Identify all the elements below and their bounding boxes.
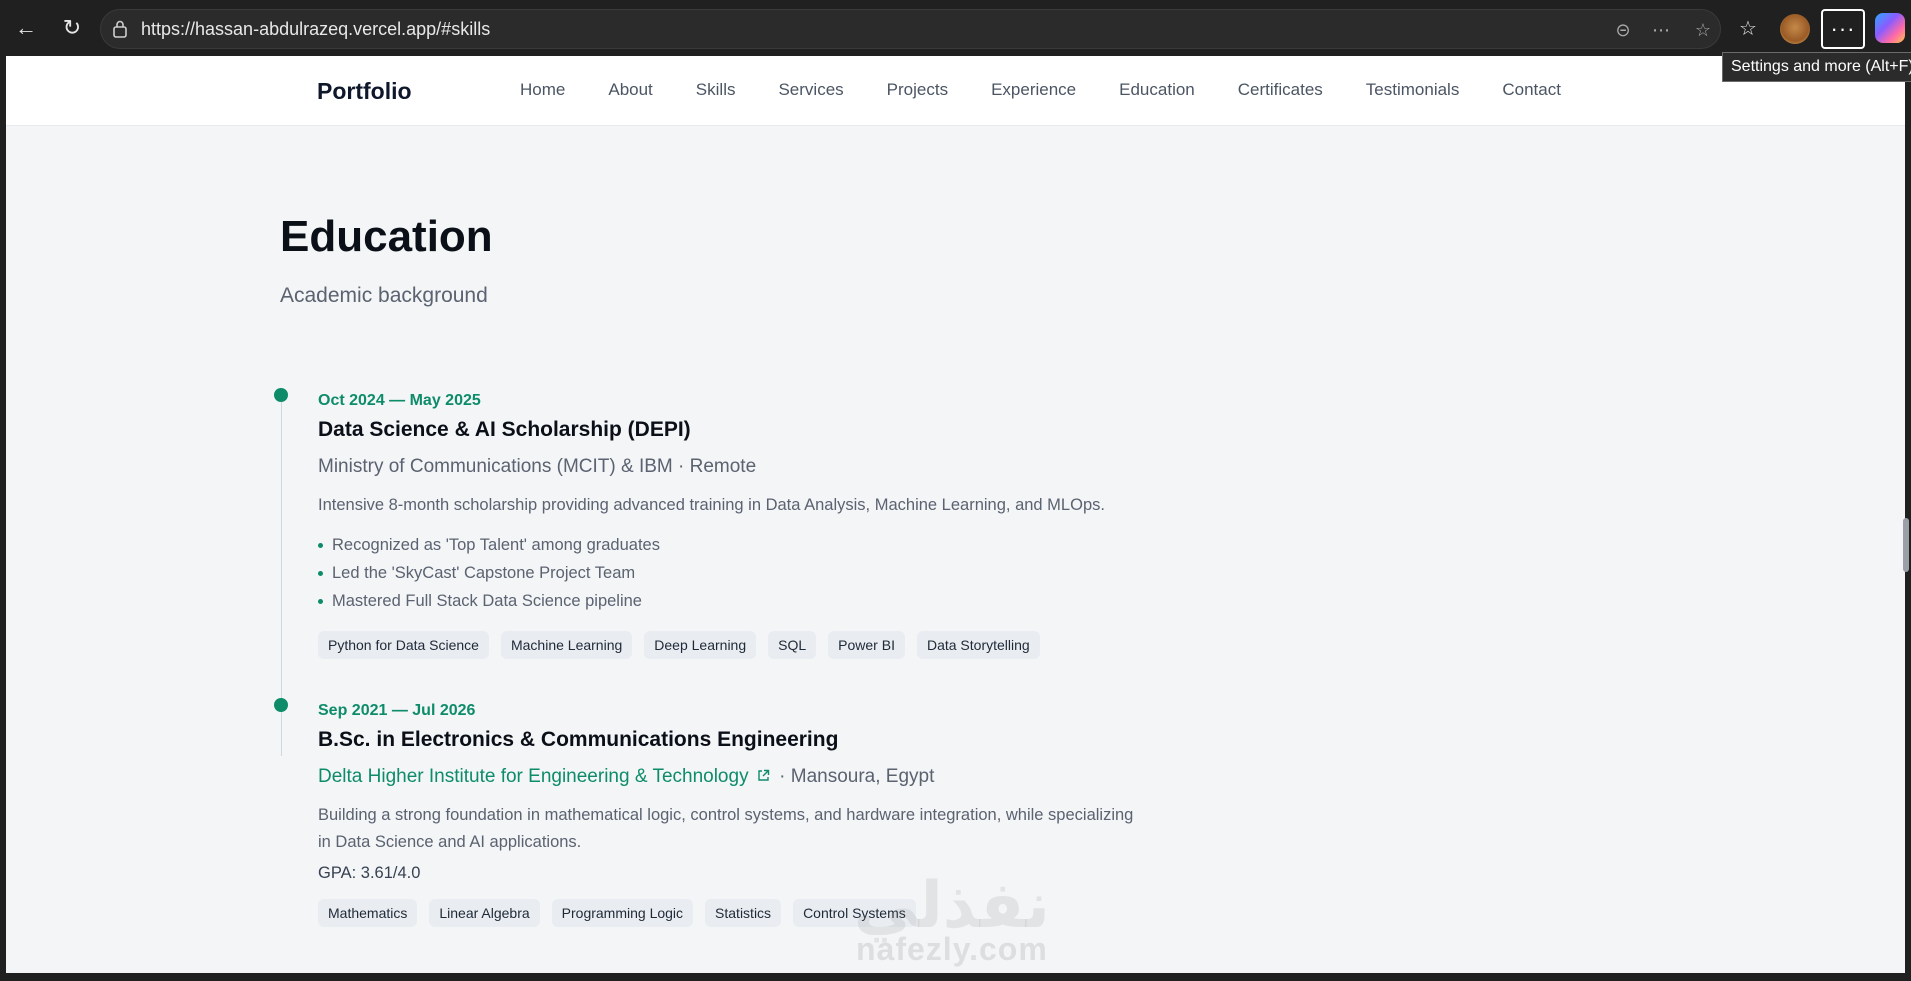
browser-toolbar: ← ↻ https://hassan-abdulrazeq.vercel.app… [0,0,1911,56]
highlight-item: Recognized as 'Top Talent' among graduat… [318,531,1218,559]
nav-services[interactable]: Services [778,80,843,100]
brand-logo[interactable]: Portfolio [317,78,412,105]
timeline-dot [274,388,288,402]
highlight-item: Led the 'SkyCast' Capstone Project Team [318,559,1218,587]
watermark-text: nafezly.com [856,931,1048,967]
highlight-item: Mastered Full Stack Data Science pipelin… [318,587,1218,615]
timeline-dot [274,698,288,712]
refresh-icon[interactable]: ↻ [56,12,88,44]
url-text[interactable]: https://hassan-abdulrazeq.vercel.app/#sk… [141,19,490,40]
favorites-icon[interactable]: ☆ [1732,12,1764,44]
skill-tag: Programming Logic [551,899,694,927]
favorite-star-icon[interactable]: ☆ [1691,18,1715,42]
settings-menu-button[interactable]: ··· [1821,9,1865,49]
skill-tag: Mathematics [318,899,418,927]
entry-highlights: Recognized as 'Top Talent' among graduat… [318,531,1218,615]
entry-tags: Mathematics Linear Algebra Programming L… [318,899,1218,927]
nav-projects[interactable]: Projects [887,80,948,100]
nav-certificates[interactable]: Certificates [1238,80,1323,100]
nav-testimonials[interactable]: Testimonials [1366,80,1460,100]
skill-tag: Python for Data Science [318,631,489,659]
section-subtitle: Academic background [280,284,488,307]
skill-tag: Statistics [705,899,782,927]
reader-icon[interactable]: ⋯ [1649,18,1673,42]
entry-date: Sep 2021 — Jul 2026 [318,702,476,719]
nav-experience[interactable]: Experience [991,80,1076,100]
skill-tag: Deep Learning [644,631,757,659]
entry-location: · Remote [678,456,757,477]
skill-tag: SQL [768,631,817,659]
entry-institution-line: Ministry of Communications (MCIT) & IBM … [318,456,1218,478]
copilot-icon[interactable] [1875,13,1905,43]
zoom-out-icon[interactable]: ⊝ [1611,18,1635,42]
nav-contact[interactable]: Contact [1502,80,1561,100]
education-entry: Sep 2021 — Jul 2026 B.Sc. in Electronics… [318,702,1218,927]
entry-gpa: GPA: 3.61/4.0 [318,864,421,882]
entry-institution-link[interactable]: Delta Higher Institute for Engineering &… [318,766,749,787]
skill-tag: Linear Algebra [429,899,540,927]
skill-tag: Power BI [828,631,905,659]
settings-tooltip: Settings and more (Alt+F) [1722,52,1911,82]
nav-about[interactable]: About [608,80,652,100]
section-title: Education [280,212,493,261]
page-scrollbar[interactable] [1903,518,1909,572]
entry-date: Oct 2024 — May 2025 [318,392,481,409]
nav-links: Home About Skills Services Projects Expe… [520,80,1604,100]
external-link-icon[interactable] [757,769,770,782]
site-navbar: Portfolio Home About Skills Services Pro… [6,56,1905,126]
entry-location: · Mansoura, Egypt [779,766,935,787]
nav-education[interactable]: Education [1119,80,1195,100]
lock-icon [113,20,127,38]
entry-degree: B.Sc. in Electronics & Communications En… [318,728,839,751]
nav-skills[interactable]: Skills [696,80,736,100]
education-entry: Oct 2024 — May 2025 Data Science & AI Sc… [318,392,1218,659]
address-bar[interactable]: https://hassan-abdulrazeq.vercel.app/#sk… [100,9,1721,49]
nav-home[interactable]: Home [520,80,565,100]
entry-description: Intensive 8-month scholarship providing … [318,496,1105,514]
skill-tag: Machine Learning [500,631,633,659]
entry-institution-line: Delta Higher Institute for Engineering &… [318,766,1218,788]
entry-description: Building a strong foundation in mathemat… [318,806,1134,851]
back-icon[interactable]: ← [10,12,42,44]
entry-degree: Data Science & AI Scholarship (DEPI) [318,418,691,441]
entry-institution: Ministry of Communications (MCIT) & IBM [318,456,673,477]
web-page: Portfolio Home About Skills Services Pro… [6,56,1905,973]
profile-avatar[interactable] [1780,14,1810,44]
entry-tags: Python for Data Science Machine Learning… [318,631,1218,659]
skill-tag: Data Storytelling [916,631,1040,659]
